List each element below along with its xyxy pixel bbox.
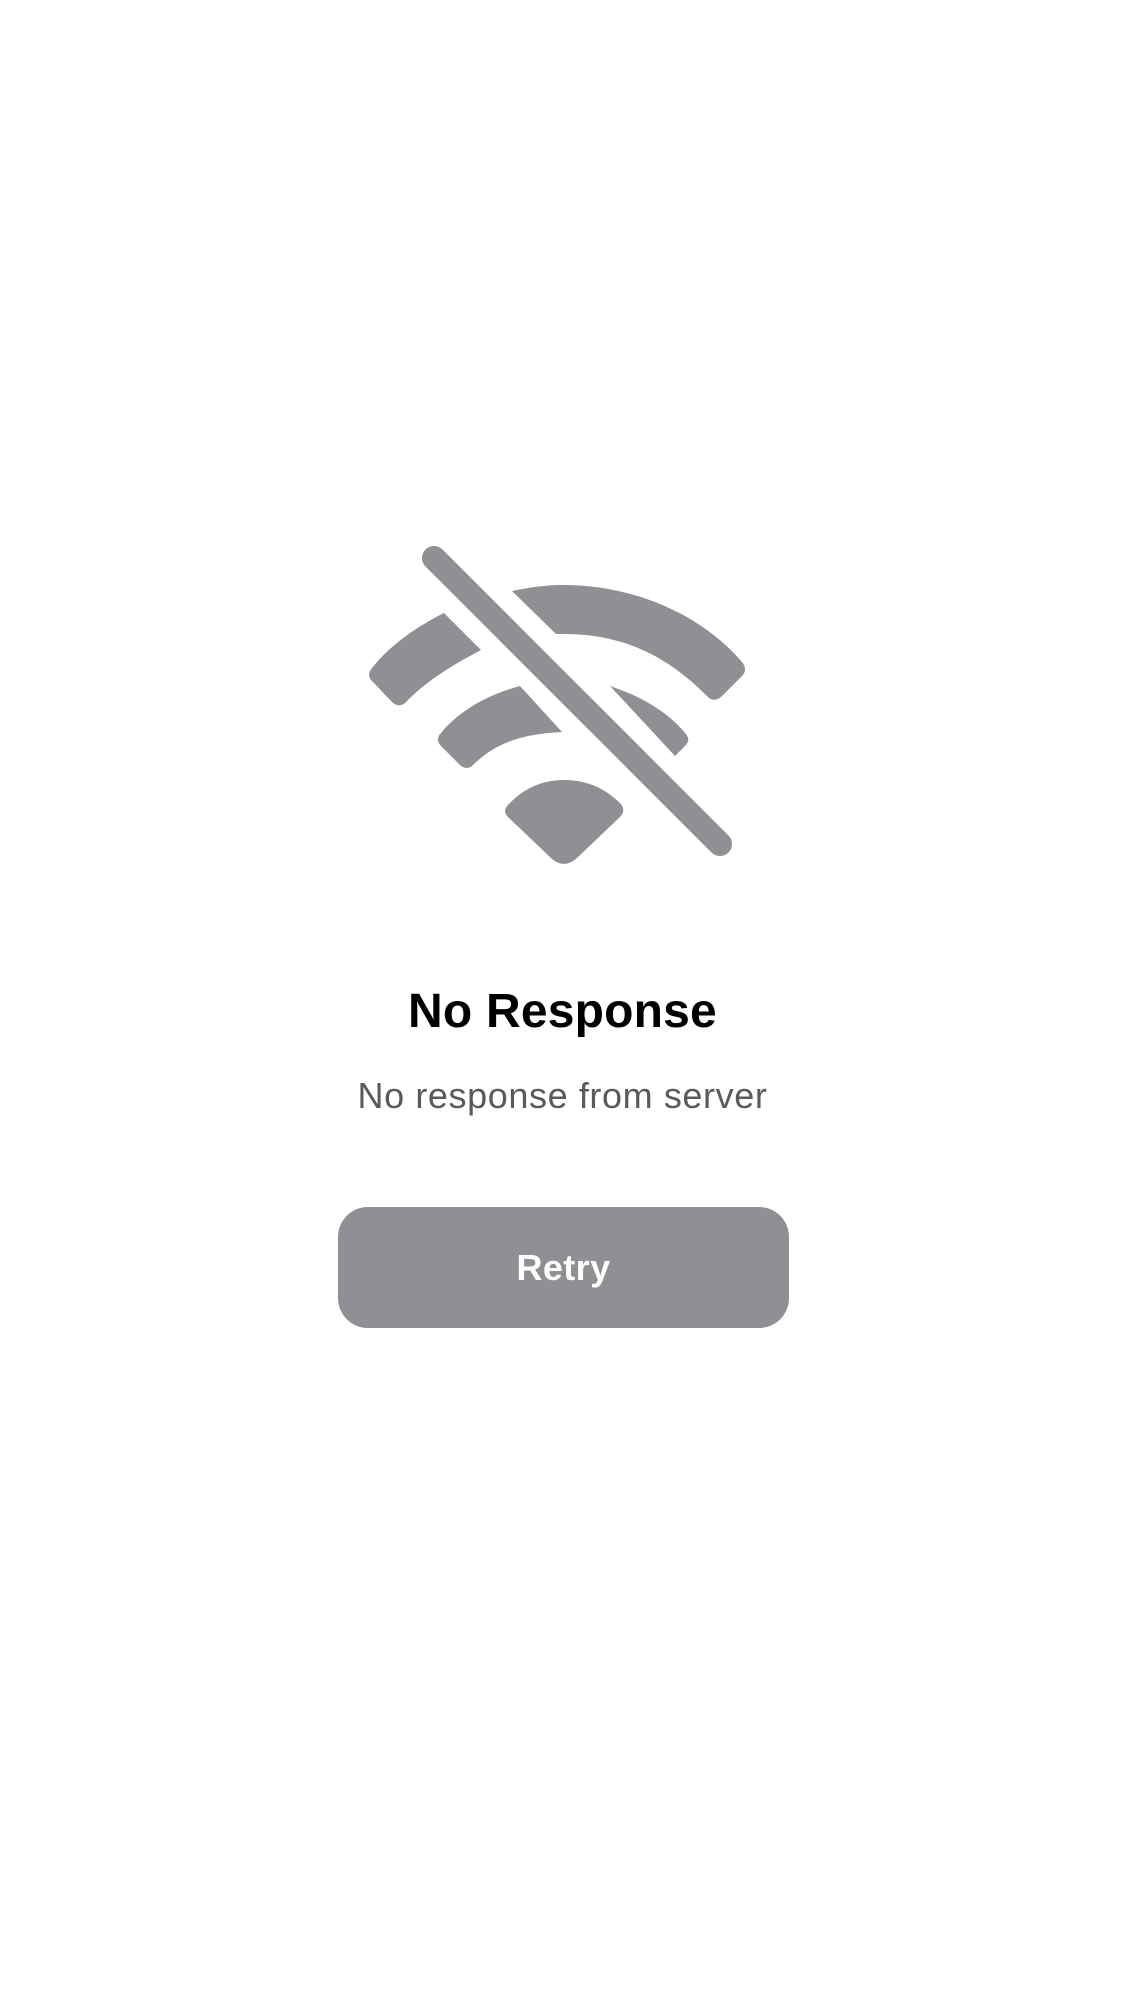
no-response-screen: No Response No response from server Retr… — [0, 0, 1125, 2001]
wifi-outer-arc-left — [369, 613, 481, 706]
wifi-middle-arc-left — [438, 686, 562, 768]
retry-button[interactable]: Retry — [338, 1207, 789, 1328]
wifi-slash-icon — [360, 535, 765, 865]
error-subtitle: No response from server — [357, 1075, 768, 1116]
retry-button-label: Retry — [516, 1246, 611, 1288]
error-title: No Response — [408, 985, 717, 1038]
wifi-center-wedge — [505, 780, 624, 864]
